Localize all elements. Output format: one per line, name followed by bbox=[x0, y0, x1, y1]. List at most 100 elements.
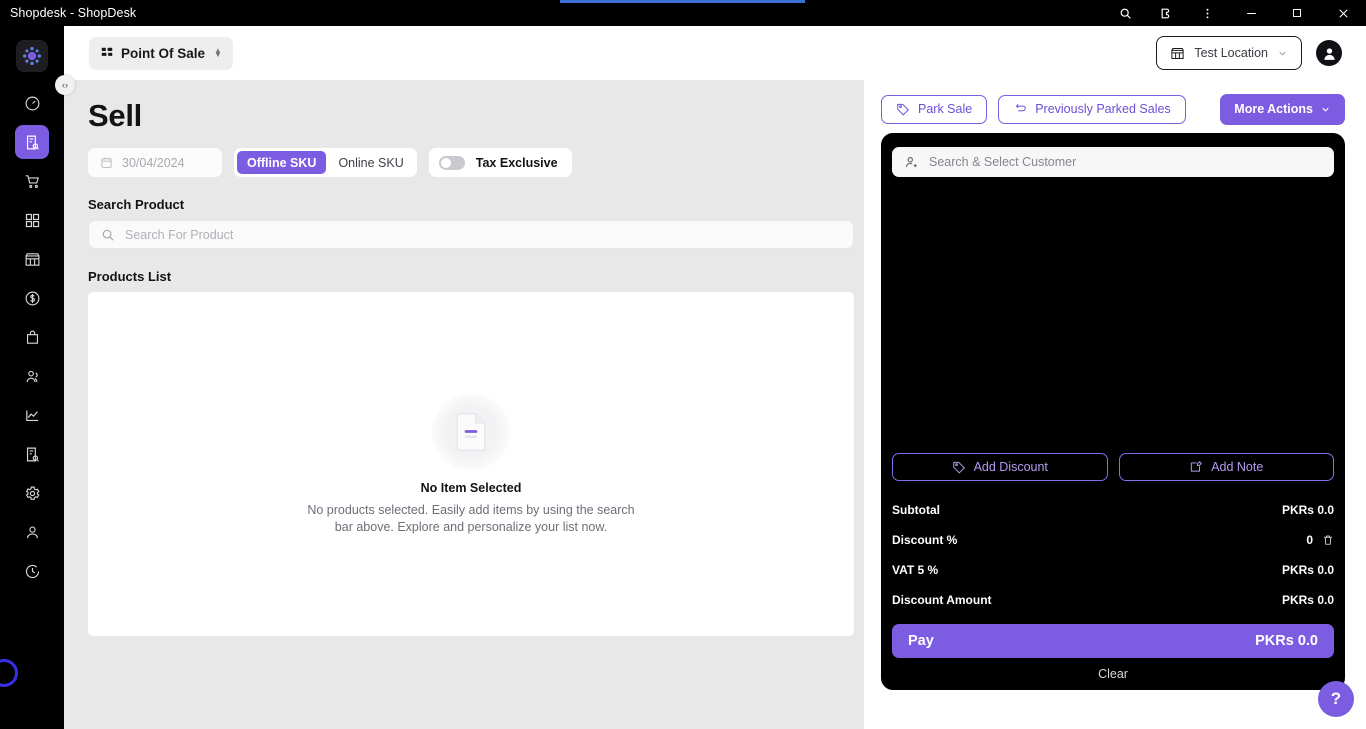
empty-state: No Item Selected No products selected. E… bbox=[306, 393, 636, 536]
pay-label: Pay bbox=[908, 633, 934, 649]
user-plus-icon bbox=[904, 155, 919, 170]
products-list-label: Products List bbox=[88, 269, 864, 284]
browser-tab-strip bbox=[560, 0, 805, 3]
undo-arrow-icon bbox=[1013, 102, 1027, 116]
total-value: PKRs 0.0 bbox=[1282, 593, 1334, 607]
cart-card: Search & Select Customer Add Discount Ad… bbox=[881, 133, 1345, 690]
add-discount-button[interactable]: Add Discount bbox=[892, 453, 1108, 481]
park-sale-label: Park Sale bbox=[918, 102, 972, 116]
cart-actions-row: Park Sale Previously Parked Sales More A… bbox=[881, 85, 1345, 133]
sidebar-item-invoices[interactable] bbox=[15, 437, 49, 471]
tax-exclusive-toggle[interactable] bbox=[439, 156, 465, 170]
maximize-button[interactable] bbox=[1274, 0, 1320, 26]
customer-search-input[interactable]: Search & Select Customer bbox=[892, 147, 1334, 177]
shopdesk-logo[interactable] bbox=[16, 40, 48, 72]
sidebar-item-customers[interactable] bbox=[15, 359, 49, 393]
sidebar-item-history[interactable] bbox=[15, 554, 49, 588]
sidebar-item-store[interactable] bbox=[15, 242, 49, 276]
module-selector[interactable]: Point Of Sale ▲▼ bbox=[89, 37, 233, 70]
user-icon bbox=[1321, 45, 1338, 62]
empty-state-illustration bbox=[432, 393, 510, 471]
cart-items-area bbox=[892, 177, 1334, 453]
previously-parked-label: Previously Parked Sales bbox=[1035, 102, 1170, 116]
sidebar-item-products[interactable] bbox=[15, 203, 49, 237]
more-menu-icon[interactable] bbox=[1187, 0, 1228, 26]
help-button[interactable]: ? bbox=[1318, 681, 1354, 717]
tax-exclusive-control[interactable]: Tax Exclusive bbox=[429, 148, 572, 177]
sidebar-nav bbox=[15, 86, 49, 593]
pay-button[interactable]: Pay PKRs 0.0 bbox=[892, 624, 1334, 658]
add-note-button[interactable]: Add Note bbox=[1119, 453, 1335, 481]
sidebar-item-sell[interactable] bbox=[15, 125, 49, 159]
grid-icon bbox=[100, 46, 114, 60]
minimize-button[interactable] bbox=[1228, 0, 1274, 26]
total-label: Discount % bbox=[892, 533, 957, 547]
previously-parked-sales-button[interactable]: Previously Parked Sales bbox=[998, 95, 1185, 124]
search-icon bbox=[101, 228, 115, 242]
trash-icon[interactable] bbox=[1322, 534, 1334, 546]
total-row-discount-amount: Discount Amount PKRs 0.0 bbox=[892, 585, 1334, 615]
window-title: Shopdesk - ShopDesk bbox=[10, 6, 136, 20]
page-title: Sell bbox=[88, 98, 864, 134]
date-value: 30/04/2024 bbox=[122, 156, 185, 170]
sku-option-offline[interactable]: Offline SKU bbox=[237, 151, 326, 174]
total-row-subtotal: Subtotal PKRs 0.0 bbox=[892, 495, 1334, 525]
cart-secondary-actions: Add Discount Add Note bbox=[892, 453, 1334, 481]
location-selector[interactable]: Test Location bbox=[1156, 36, 1302, 70]
chevron-down-icon bbox=[1277, 48, 1288, 59]
clear-button[interactable]: Clear bbox=[892, 658, 1334, 690]
avatar[interactable] bbox=[1316, 40, 1342, 66]
total-value-group: 0 bbox=[1306, 533, 1334, 547]
tag-icon bbox=[952, 460, 966, 474]
search-product-label: Search Product bbox=[88, 197, 864, 212]
total-value: PKRs 0.0 bbox=[1282, 563, 1334, 577]
tag-icon bbox=[896, 102, 910, 116]
pay-amount: PKRs 0.0 bbox=[1255, 633, 1318, 649]
total-value: PKRs 0.0 bbox=[1282, 503, 1334, 517]
edit-note-icon bbox=[1189, 460, 1203, 474]
sidebar-item-settings[interactable] bbox=[15, 476, 49, 510]
date-input[interactable]: 30/04/2024 bbox=[88, 148, 222, 177]
sku-mode-switch: Offline SKU Online SKU bbox=[234, 148, 417, 177]
window-controls bbox=[1105, 0, 1366, 26]
sidebar-item-inventory[interactable] bbox=[15, 320, 49, 354]
customer-search-placeholder: Search & Select Customer bbox=[929, 155, 1076, 169]
sidebar-item-purchases[interactable] bbox=[15, 164, 49, 198]
calendar-icon bbox=[100, 156, 113, 169]
cart-panel: Park Sale Previously Parked Sales More A… bbox=[864, 80, 1366, 729]
search-product-placeholder: Search For Product bbox=[125, 228, 233, 242]
sidebar-item-dashboard[interactable] bbox=[15, 86, 49, 120]
total-label: Discount Amount bbox=[892, 593, 992, 607]
sidebar-item-reports[interactable] bbox=[15, 398, 49, 432]
total-label: VAT 5 % bbox=[892, 563, 938, 577]
header-right: Test Location bbox=[1156, 36, 1342, 70]
search-product-input[interactable]: Search For Product bbox=[88, 220, 854, 249]
more-actions-button[interactable]: More Actions bbox=[1220, 94, 1345, 125]
sidebar-collapse-toggle[interactable]: ‹› bbox=[55, 75, 75, 95]
sidebar bbox=[0, 26, 64, 729]
store-icon bbox=[1170, 46, 1185, 61]
totals-list: Subtotal PKRs 0.0 Discount % 0 VAT 5 % P… bbox=[892, 495, 1334, 615]
search-icon[interactable] bbox=[1105, 0, 1146, 26]
total-row-vat: VAT 5 % PKRs 0.0 bbox=[892, 555, 1334, 585]
document-icon bbox=[453, 412, 489, 452]
location-label: Test Location bbox=[1194, 46, 1268, 60]
main-content: Sell 30/04/2024 Offline SKU Online SKU T… bbox=[64, 80, 864, 729]
add-discount-label: Add Discount bbox=[974, 460, 1048, 474]
close-button[interactable] bbox=[1320, 0, 1366, 26]
tax-exclusive-label: Tax Exclusive bbox=[476, 156, 558, 170]
more-actions-label: More Actions bbox=[1234, 102, 1313, 116]
park-sale-button[interactable]: Park Sale bbox=[881, 95, 987, 124]
chevron-updown-icon: ▲▼ bbox=[214, 49, 222, 58]
products-list-card: No Item Selected No products selected. E… bbox=[88, 292, 854, 636]
add-note-label: Add Note bbox=[1211, 460, 1263, 474]
sidebar-item-account[interactable] bbox=[15, 515, 49, 549]
module-label: Point Of Sale bbox=[121, 46, 205, 61]
total-value: 0 bbox=[1306, 533, 1313, 547]
empty-state-title: No Item Selected bbox=[421, 481, 522, 495]
extensions-icon[interactable] bbox=[1146, 0, 1187, 26]
title-bar: Shopdesk - ShopDesk bbox=[0, 0, 1366, 26]
sku-option-online[interactable]: Online SKU bbox=[328, 151, 413, 174]
sidebar-item-finance[interactable] bbox=[15, 281, 49, 315]
controls-row: 30/04/2024 Offline SKU Online SKU Tax Ex… bbox=[88, 148, 864, 177]
